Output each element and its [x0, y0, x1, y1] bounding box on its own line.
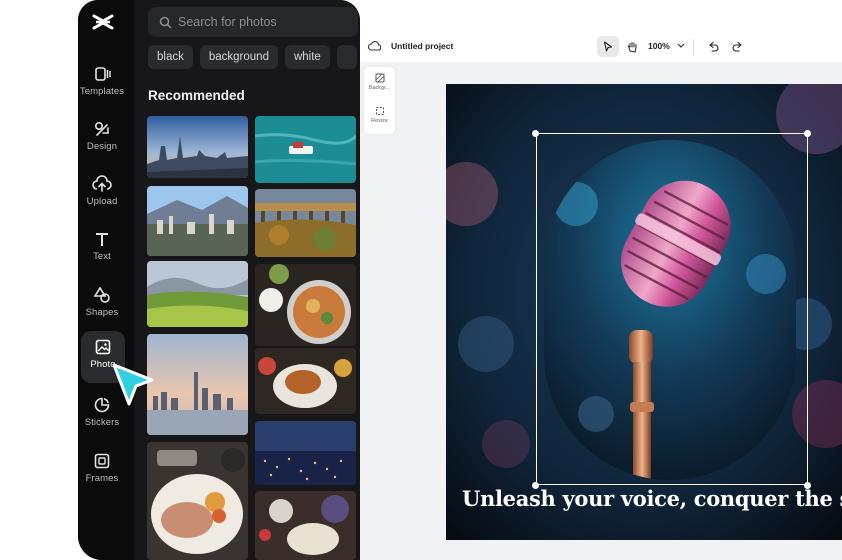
- frames-icon: [92, 451, 112, 471]
- rail-item-label: Design: [86, 141, 118, 152]
- tool-rail: Templates Design Upload Text Shapes Phot…: [78, 0, 134, 560]
- photo-thumb-night-city[interactable]: [255, 421, 356, 485]
- photo-thumb-bridge-autumn[interactable]: [255, 189, 356, 257]
- photo-thumb-city-skyline[interactable]: [147, 116, 248, 178]
- chip-black[interactable]: black: [148, 45, 193, 69]
- photo-search-input[interactable]: Search for photos: [148, 7, 358, 37]
- photo-thumb-mountain-city[interactable]: [147, 186, 248, 256]
- resize-handle-tl[interactable]: [532, 130, 539, 137]
- photo-thumb-skyline-sunset[interactable]: [147, 334, 248, 435]
- canvas-headline-text[interactable]: Unleash your voice, conquer the sta: [462, 486, 842, 511]
- keyword-chips: black background white: [148, 45, 357, 69]
- rail-item-shapes[interactable]: Shapes: [78, 279, 126, 331]
- chip-background[interactable]: background: [199, 45, 278, 69]
- text-icon: [92, 229, 112, 249]
- photo-thumb-plated-meat[interactable]: [147, 442, 248, 560]
- shapes-icon: [92, 285, 112, 305]
- project-title[interactable]: Untitled project: [391, 41, 453, 51]
- select-tool-button[interactable]: [597, 36, 619, 57]
- resize-handle-tr[interactable]: [804, 130, 811, 137]
- redo-icon[interactable]: [732, 41, 743, 52]
- editor-topbar: Untitled project 100%: [360, 32, 842, 62]
- cloud-icon[interactable]: [368, 41, 381, 51]
- rail-item-label: Frames: [85, 473, 119, 484]
- rail-item-templates[interactable]: Templates: [78, 58, 126, 110]
- editor-sidebar-shell: Templates Design Upload Text Shapes Phot…: [78, 0, 360, 560]
- photo-thumb-fried-chicken[interactable]: [255, 348, 356, 414]
- hand-icon: [627, 41, 636, 53]
- background-icon: [375, 73, 384, 83]
- hand-tool-button[interactable]: [622, 36, 642, 57]
- rail-item-label: Templates: [79, 86, 125, 97]
- rail-item-text[interactable]: Text: [78, 223, 126, 275]
- pointer-icon: [603, 41, 613, 52]
- resize-label: Resize: [371, 118, 388, 124]
- chip-more[interactable]: [336, 45, 357, 69]
- resize-button[interactable]: Resize: [364, 100, 395, 128]
- cursor-pointer-icon: [112, 363, 154, 406]
- photo-thumb-boat-sea[interactable]: [255, 116, 356, 183]
- photo-thumb-dining-table[interactable]: [255, 491, 356, 560]
- section-title: Recommended: [148, 88, 245, 103]
- photo-thumb-green-hills[interactable]: [147, 261, 248, 327]
- undo-icon[interactable]: [708, 41, 719, 52]
- templates-icon: [92, 64, 112, 84]
- background-label: Backgr...: [368, 85, 391, 91]
- background-button[interactable]: Backgr...: [364, 67, 395, 95]
- search-placeholder: Search for photos: [178, 15, 277, 29]
- photo-icon: [93, 337, 113, 357]
- rail-item-label: Stickers: [84, 417, 120, 428]
- rail-item-label: Text: [93, 251, 111, 262]
- photos-panel: Search for photos black background white…: [134, 0, 360, 560]
- design-icon: [92, 119, 112, 139]
- rail-item-label: Upload: [86, 196, 118, 207]
- rail-item-label: Shapes: [85, 307, 119, 318]
- app-logo-icon[interactable]: [91, 10, 115, 34]
- search-icon: [159, 16, 172, 29]
- chip-white[interactable]: white: [284, 45, 330, 69]
- resize-icon: [375, 107, 384, 115]
- selection-box[interactable]: [536, 133, 808, 485]
- zoom-level[interactable]: 100%: [648, 41, 670, 51]
- photo-thumb-ramen-bowl[interactable]: [255, 264, 356, 346]
- canvas-side-panel: Backgr... Resize: [364, 67, 395, 134]
- toolbar-divider: [693, 39, 694, 55]
- rail-item-upload[interactable]: Upload: [78, 168, 126, 220]
- rail-item-design[interactable]: Design: [78, 113, 126, 165]
- chevron-down-icon[interactable]: [677, 43, 685, 49]
- screenshot-root: Templates Design Upload Text Shapes Phot…: [0, 0, 842, 560]
- upload-icon: [92, 174, 112, 194]
- rail-item-frames[interactable]: Frames: [78, 445, 126, 497]
